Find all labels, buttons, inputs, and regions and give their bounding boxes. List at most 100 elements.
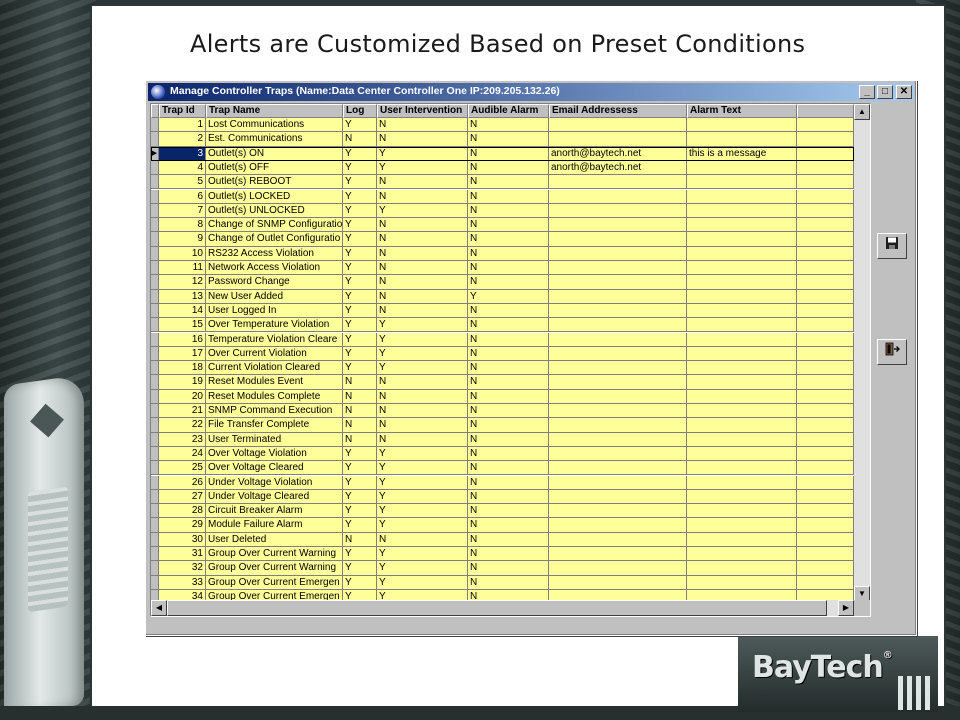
cell-user-intervention[interactable]: N bbox=[377, 132, 468, 147]
cell-alarm-text[interactable] bbox=[687, 461, 797, 476]
table-row[interactable]: 31 Group Over Current Warning Y Y N bbox=[151, 547, 854, 562]
cell-log[interactable]: Y bbox=[343, 289, 377, 304]
cell-alarm-text[interactable] bbox=[687, 489, 797, 505]
cell-user-intervention[interactable]: Y bbox=[377, 489, 468, 505]
cell-trap-id[interactable]: 4 bbox=[159, 160, 206, 176]
cell-email-address[interactable] bbox=[549, 532, 687, 547]
horizontal-scroll-thumb[interactable] bbox=[167, 600, 827, 616]
minimize-button[interactable]: _ bbox=[859, 85, 875, 99]
cell-trap-name[interactable]: Outlet(s) REBOOT bbox=[206, 175, 343, 190]
cell-email-address[interactable] bbox=[549, 389, 687, 404]
exit-button[interactable] bbox=[877, 339, 907, 365]
cell-alarm-text[interactable] bbox=[687, 504, 797, 519]
cell-trap-name[interactable]: Over Temperature Violation bbox=[206, 318, 343, 333]
cell-trap-name[interactable]: New User Added bbox=[206, 289, 343, 304]
cell-trap-name[interactable]: Under Voltage Violation bbox=[206, 475, 343, 490]
cell-alarm-text[interactable] bbox=[687, 118, 797, 133]
cell-audible-alarm[interactable]: N bbox=[468, 118, 549, 133]
cell-email-address[interactable] bbox=[549, 132, 687, 147]
cell-email-address[interactable] bbox=[549, 475, 687, 490]
cell-trap-name[interactable]: Group Over Current Warning bbox=[206, 561, 343, 576]
cell-blank[interactable] bbox=[797, 303, 854, 319]
cell-email-address[interactable] bbox=[549, 346, 687, 362]
cell-user-intervention[interactable]: N bbox=[377, 303, 468, 319]
row-indicator[interactable] bbox=[151, 175, 159, 190]
cell-alarm-text[interactable] bbox=[687, 389, 797, 404]
cell-alarm-text[interactable] bbox=[687, 518, 797, 533]
cell-email-address[interactable] bbox=[549, 203, 687, 219]
cell-audible-alarm[interactable]: N bbox=[468, 189, 549, 204]
row-indicator[interactable] bbox=[151, 318, 159, 333]
table-row[interactable]: 26 Under Voltage Violation Y Y N bbox=[151, 475, 854, 490]
cell-audible-alarm[interactable]: N bbox=[468, 432, 549, 447]
table-row[interactable]: 27 Under Voltage Cleared Y Y N bbox=[151, 489, 854, 505]
cell-user-intervention[interactable]: Y bbox=[377, 446, 468, 462]
cell-blank[interactable] bbox=[797, 146, 854, 161]
cell-trap-id[interactable]: 5 bbox=[159, 175, 206, 190]
row-indicator[interactable] bbox=[151, 575, 159, 590]
cell-email-address[interactable]: anorth@baytech.net bbox=[549, 160, 687, 176]
app-globe-icon[interactable] bbox=[151, 85, 165, 99]
cell-audible-alarm[interactable]: N bbox=[468, 518, 549, 533]
cell-user-intervention[interactable]: N bbox=[377, 375, 468, 390]
row-indicator[interactable] bbox=[151, 389, 159, 404]
cell-trap-name[interactable]: Over Current Violation bbox=[206, 346, 343, 362]
cell-email-address[interactable] bbox=[549, 432, 687, 447]
cell-user-intervention[interactable]: Y bbox=[377, 461, 468, 476]
row-indicator[interactable] bbox=[151, 203, 159, 219]
cell-blank[interactable] bbox=[797, 232, 854, 247]
cell-trap-name[interactable]: Group Over Current Warning bbox=[206, 547, 343, 562]
row-indicator[interactable] bbox=[151, 160, 159, 176]
cell-alarm-text[interactable] bbox=[687, 375, 797, 390]
row-indicator[interactable] bbox=[151, 446, 159, 462]
cell-trap-name[interactable]: Current Violation Cleared bbox=[206, 361, 343, 376]
row-indicator[interactable] bbox=[151, 547, 159, 562]
cell-user-intervention[interactable]: Y bbox=[377, 475, 468, 490]
cell-alarm-text[interactable] bbox=[687, 332, 797, 347]
cell-email-address[interactable] bbox=[549, 418, 687, 433]
cell-email-address[interactable] bbox=[549, 318, 687, 333]
table-row[interactable]: 25 Over Voltage Cleared Y Y N bbox=[151, 461, 854, 476]
close-button[interactable]: ✕ bbox=[896, 85, 912, 99]
cell-log[interactable]: Y bbox=[343, 489, 377, 505]
row-indicator[interactable] bbox=[151, 432, 159, 447]
cell-trap-id[interactable]: 23 bbox=[159, 432, 206, 447]
cell-trap-id[interactable]: 9 bbox=[159, 232, 206, 247]
cell-trap-name[interactable]: User Deleted bbox=[206, 532, 343, 547]
cell-user-intervention[interactable]: N bbox=[377, 275, 468, 290]
cell-user-intervention[interactable]: Y bbox=[377, 346, 468, 362]
cell-log[interactable]: Y bbox=[343, 575, 377, 590]
cell-user-intervention[interactable]: N bbox=[377, 175, 468, 190]
cell-audible-alarm[interactable]: N bbox=[468, 532, 549, 547]
cell-alarm-text[interactable] bbox=[687, 175, 797, 190]
cell-trap-id[interactable]: 16 bbox=[159, 332, 206, 347]
cell-alarm-text[interactable] bbox=[687, 189, 797, 204]
cell-email-address[interactable] bbox=[549, 561, 687, 576]
row-indicator[interactable] bbox=[151, 275, 159, 290]
cell-trap-id[interactable]: 15 bbox=[159, 318, 206, 333]
cell-audible-alarm[interactable]: N bbox=[468, 404, 549, 419]
cell-log[interactable]: Y bbox=[343, 504, 377, 519]
cell-blank[interactable] bbox=[797, 432, 854, 447]
cell-trap-name[interactable]: User Logged In bbox=[206, 303, 343, 319]
maximize-button[interactable]: □ bbox=[877, 85, 893, 99]
table-row[interactable]: 16 Temperature Violation Cleare Y Y N bbox=[151, 332, 854, 347]
cell-audible-alarm[interactable]: N bbox=[468, 160, 549, 176]
row-indicator[interactable] bbox=[151, 504, 159, 519]
cell-blank[interactable] bbox=[797, 389, 854, 404]
cell-email-address[interactable] bbox=[549, 218, 687, 233]
cell-blank[interactable] bbox=[797, 504, 854, 519]
cell-log[interactable]: Y bbox=[343, 232, 377, 247]
cell-trap-name[interactable]: Group Over Current Emergen bbox=[206, 575, 343, 590]
table-row[interactable]: 24 Over Voltage Violation Y Y N bbox=[151, 446, 854, 462]
cell-trap-name[interactable]: RS232 Access Violation bbox=[206, 246, 343, 261]
cell-trap-id[interactable]: 29 bbox=[159, 518, 206, 533]
cell-log[interactable]: Y bbox=[343, 461, 377, 476]
cell-email-address[interactable] bbox=[549, 175, 687, 190]
cell-email-address[interactable] bbox=[549, 446, 687, 462]
cell-audible-alarm[interactable]: N bbox=[468, 504, 549, 519]
cell-blank[interactable] bbox=[797, 475, 854, 490]
scroll-right-button[interactable]: ▶ bbox=[838, 600, 854, 616]
cell-trap-name[interactable]: Password Change bbox=[206, 275, 343, 290]
table-row[interactable]: 7 Outlet(s) UNLOCKED Y Y N bbox=[151, 203, 854, 219]
